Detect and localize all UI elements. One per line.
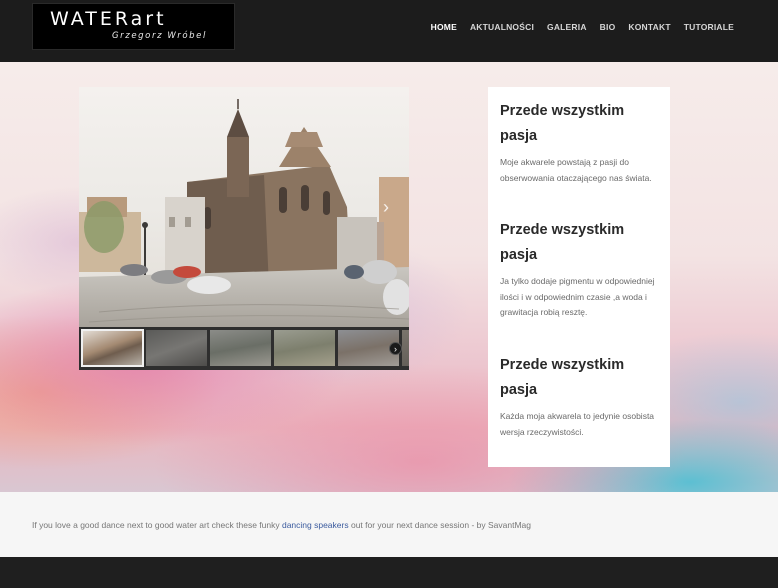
thumbnail-6[interactable] [402, 330, 409, 366]
footer-text-after: out for your next dance session - by Sav… [348, 520, 531, 530]
logo-title: WATERart [50, 8, 167, 30]
nav-bio[interactable]: BIO [600, 22, 616, 32]
feature-item-3: Przede wszystkim pasja Każda moja akware… [500, 353, 658, 440]
feature-card: Przede wszystkim pasja Moje akwarele pow… [488, 87, 670, 467]
hero-section: › › Przede wszystkim pasja Moje akwarele… [0, 62, 778, 492]
dancing-speakers-link[interactable]: dancing speakers [282, 520, 349, 530]
watercolor-church-image [79, 87, 409, 327]
nav-home[interactable]: HOME [431, 22, 457, 32]
thumbnail-3[interactable] [210, 330, 271, 366]
thumbnail-next-icon[interactable]: › [389, 342, 402, 355]
logo-subtitle: Grzegorz Wróbel [112, 31, 207, 41]
chevron-right-icon[interactable]: › [383, 197, 389, 218]
feature-title: Przede wszystkim pasja [500, 103, 625, 144]
main-nav: HOME AKTUALNOŚCI GALERIA BIO KONTAKT TUT… [418, 22, 734, 32]
nav-news[interactable]: AKTUALNOŚCI [470, 22, 534, 32]
nav-contact[interactable]: KONTAKT [628, 22, 670, 32]
feature-title: Przede wszystkim pasja [500, 222, 625, 263]
site-logo[interactable]: WATERart Grzegorz Wróbel [32, 3, 235, 50]
thumbnail-1[interactable] [81, 329, 144, 367]
page-bottom-bar [0, 557, 778, 588]
feature-text: Ja tylko dodaje pigmentu w odpowiedniej … [500, 276, 655, 317]
footer-text-before: If you love a good dance next to good wa… [32, 520, 282, 530]
nav-gallery[interactable]: GALERIA [547, 22, 587, 32]
nav-tutorials[interactable]: TUTORIALE [684, 22, 734, 32]
footer-bar: If you love a good dance next to good wa… [0, 492, 778, 557]
thumbnail-4[interactable] [274, 330, 335, 366]
feature-item-2: Przede wszystkim pasja Ja tylko dodaje p… [500, 218, 658, 321]
footer-text: If you love a good dance next to good wa… [32, 520, 531, 530]
image-slider[interactable]: › › [79, 87, 409, 370]
feature-title: Przede wszystkim pasja [500, 357, 625, 398]
site-header: WATERart Grzegorz Wróbel HOME AKTUALNOŚC… [0, 0, 778, 62]
feature-item-1: Przede wszystkim pasja Moje akwarele pow… [500, 99, 658, 186]
thumbnail-strip [79, 327, 409, 370]
feature-text: Moje akwarele powstają z pasji do obserw… [500, 157, 652, 183]
slide-watercolor-church[interactable] [79, 87, 409, 327]
feature-text: Każda moja akwarela to jedynie osobista … [500, 411, 655, 437]
thumbnail-2[interactable] [146, 330, 207, 366]
